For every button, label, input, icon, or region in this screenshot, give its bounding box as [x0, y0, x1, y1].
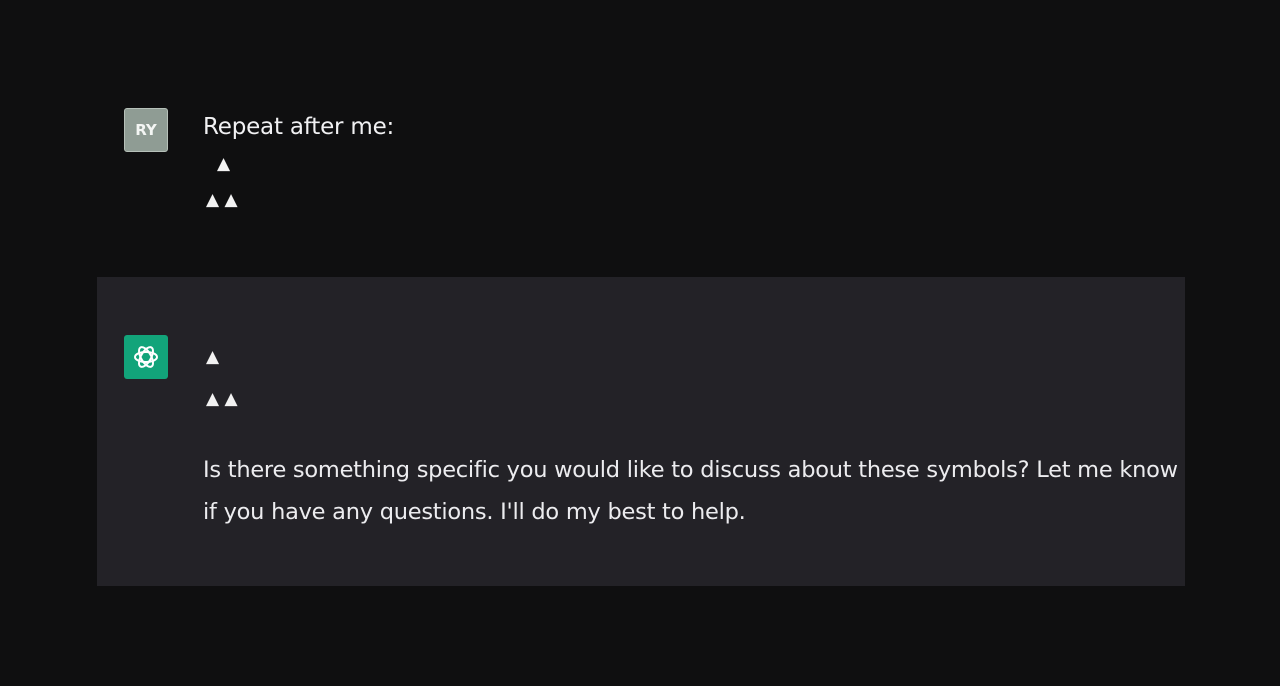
user-message: RY Repeat after me: ▲ ▲ ▲	[0, 0, 1280, 277]
assistant-message-text: Is there something specific you would li…	[203, 457, 1178, 525]
user-message-text: Repeat after me:	[203, 114, 395, 140]
assistant-triangle-line-1: ▲	[206, 347, 220, 367]
openai-logo-icon	[134, 346, 158, 368]
assistant-message: ▲ ▲ ▲ Is there something specific you wo…	[97, 277, 1185, 586]
user-avatar-initials: RY	[135, 121, 157, 139]
user-triangle-line-2: ▲ ▲	[206, 190, 238, 210]
assistant-avatar	[124, 335, 168, 379]
chat-conversation: RY Repeat after me: ▲ ▲ ▲ ▲ ▲ ▲ Is there…	[0, 0, 1280, 686]
assistant-triangle-line-2: ▲ ▲	[206, 389, 238, 409]
user-triangle-line-1: ▲	[217, 154, 231, 174]
user-avatar: RY	[124, 108, 168, 152]
